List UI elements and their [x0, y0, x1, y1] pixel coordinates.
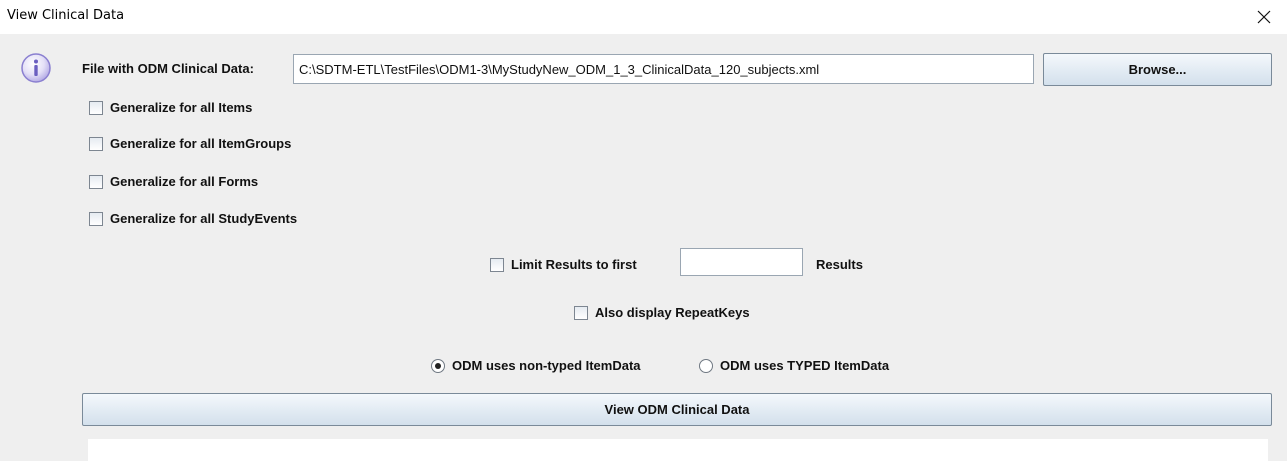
repeatkeys-checkbox[interactable]: [574, 305, 588, 320]
info-icon: [21, 53, 51, 83]
view-clinical-data-button[interactable]: View ODM Clinical Data: [82, 393, 1272, 426]
browse-button[interactable]: Browse...: [1043, 53, 1272, 86]
non-typed-itemdata-option[interactable]: ODM uses non-typed ItemData: [431, 358, 641, 373]
generalize-forms-label: Generalize for all Forms: [110, 174, 259, 189]
typed-itemdata-label: ODM uses TYPED ItemData: [720, 358, 890, 373]
typed-itemdata-radio[interactable]: [699, 358, 713, 373]
limit-results-option[interactable]: Limit Results to first: [490, 257, 637, 272]
dialog-content: File with ODM Clinical Data: Browse... G…: [0, 34, 1287, 469]
generalize-forms-checkbox[interactable]: [89, 174, 103, 189]
file-label: File with ODM Clinical Data:: [82, 61, 254, 76]
generalize-forms-option[interactable]: Generalize for all Forms: [89, 174, 258, 189]
repeatkeys-option[interactable]: Also display RepeatKeys: [574, 305, 750, 320]
results-panel: [88, 439, 1268, 469]
typed-itemdata-option[interactable]: ODM uses TYPED ItemData: [699, 358, 889, 373]
limit-results-label: Limit Results to first: [511, 257, 637, 272]
results-suffix-label: Results: [816, 257, 863, 272]
window-title: View Clinical Data: [7, 8, 125, 23]
radio-selected-dot: [435, 362, 441, 369]
file-path-input[interactable]: [293, 54, 1034, 84]
non-typed-itemdata-label: ODM uses non-typed ItemData: [452, 358, 641, 373]
limit-results-input[interactable]: [680, 248, 803, 276]
limit-results-checkbox[interactable]: [490, 257, 504, 272]
generalize-items-label: Generalize for all Items: [110, 100, 253, 115]
non-typed-itemdata-radio[interactable]: [431, 358, 445, 373]
generalize-itemgroups-option[interactable]: Generalize for all ItemGroups: [89, 136, 291, 151]
title-bar: View Clinical Data: [0, 0, 1287, 34]
close-icon: [1257, 10, 1271, 24]
generalize-itemgroups-label: Generalize for all ItemGroups: [110, 136, 292, 151]
generalize-studyevents-checkbox[interactable]: [89, 211, 103, 226]
generalize-studyevents-label: Generalize for all StudyEvents: [110, 211, 298, 226]
generalize-items-checkbox[interactable]: [89, 100, 103, 115]
generalize-studyevents-option[interactable]: Generalize for all StudyEvents: [89, 211, 297, 226]
repeatkeys-label: Also display RepeatKeys: [595, 305, 750, 320]
close-button[interactable]: [1241, 0, 1287, 34]
generalize-itemgroups-checkbox[interactable]: [89, 136, 103, 151]
generalize-items-option[interactable]: Generalize for all Items: [89, 100, 252, 115]
